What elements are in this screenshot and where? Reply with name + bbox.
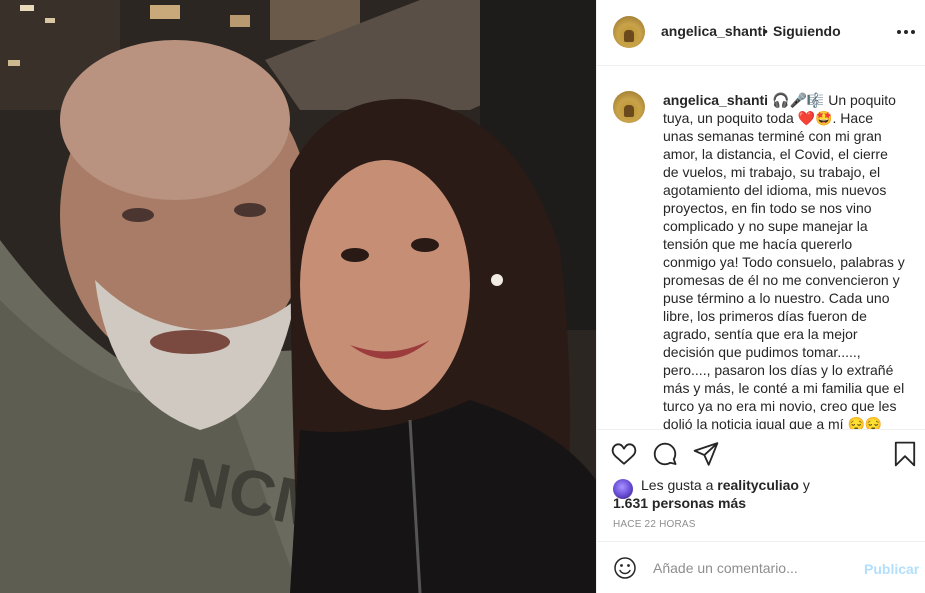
- follow-status-button[interactable]: Siguiendo: [773, 23, 841, 39]
- bookmark-icon[interactable]: [892, 441, 918, 467]
- post-actions: Les gusta a realityculiao y 1.631 person…: [597, 429, 925, 549]
- caption-section: angelica_shanti 🎧🎤🎼 Un poquito tuya, un p…: [597, 67, 925, 429]
- author-username[interactable]: angelica_shanti: [661, 23, 766, 39]
- smiley-icon[interactable]: [613, 556, 637, 580]
- post-timestamp[interactable]: HACE 22 HORAS: [613, 519, 696, 530]
- separator-dot: •: [763, 23, 768, 39]
- caption-emojis: 🎧🎤🎼: [772, 92, 825, 108]
- caption-username[interactable]: angelica_shanti: [663, 92, 768, 108]
- post-details-panel: angelica_shanti • Siguiendo angelica_sha…: [596, 0, 925, 593]
- more-options-icon[interactable]: [897, 30, 915, 36]
- likes-count-link[interactable]: 1.631 personas más: [613, 494, 746, 512]
- publish-button[interactable]: Publicar: [864, 561, 919, 577]
- post-header: angelica_shanti • Siguiendo: [597, 0, 925, 66]
- caption-text: Un poquito tuya, un poquito toda ❤️🤩. Ha…: [663, 92, 905, 429]
- comment-bar: Publicar: [597, 541, 925, 593]
- heart-icon[interactable]: [611, 441, 637, 467]
- liked-by-user[interactable]: realityculiao: [717, 477, 799, 493]
- liked-by-line: Les gusta a realityculiao y: [641, 476, 810, 494]
- author-avatar[interactable]: [613, 16, 645, 48]
- comment-input[interactable]: [653, 556, 853, 580]
- post-photo[interactable]: NCM: [0, 0, 596, 593]
- post-caption: angelica_shanti 🎧🎤🎼 Un poquito tuya, un p…: [663, 91, 907, 429]
- liked-by-suffix: y: [802, 477, 810, 493]
- liked-by-prefix: Les gusta a: [641, 477, 714, 493]
- caption-author-avatar[interactable]: [613, 91, 645, 123]
- comment-icon[interactable]: [652, 441, 678, 467]
- share-icon[interactable]: [693, 441, 719, 467]
- selfie-image: NCM: [0, 0, 596, 593]
